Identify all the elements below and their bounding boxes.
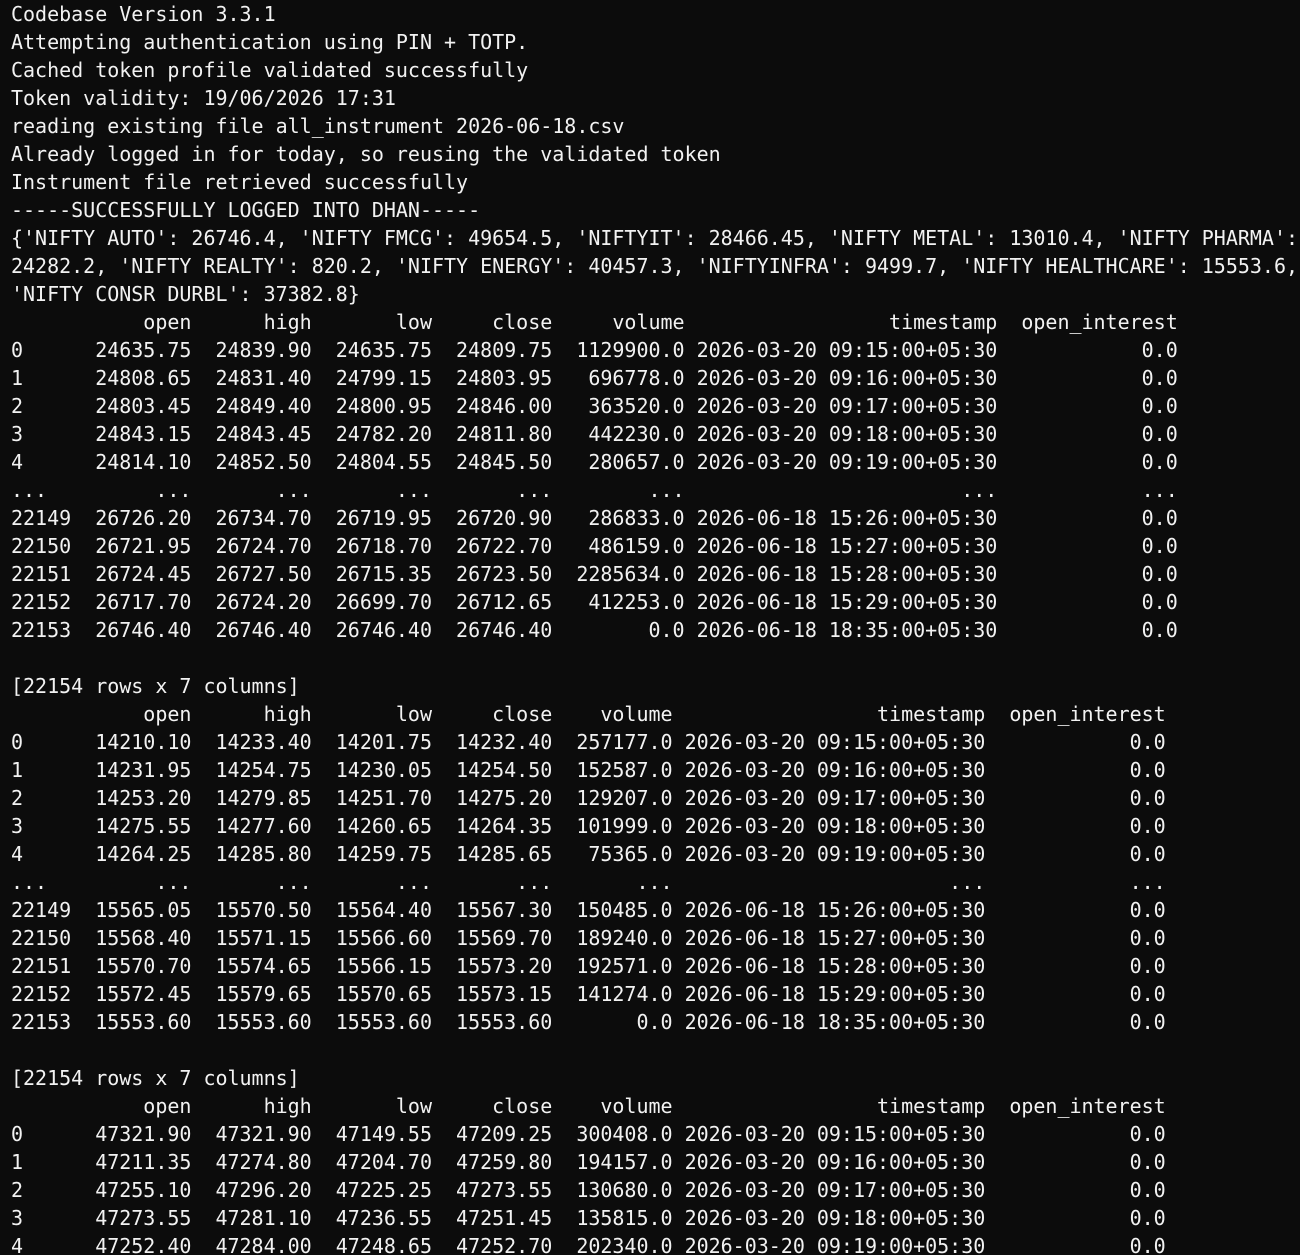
terminal-line: 22152 26717.70 26724.20 26699.70 26712.6… [11, 590, 1178, 614]
terminal-line: 4 24814.10 24852.50 24804.55 24845.50 28… [11, 450, 1178, 474]
terminal-line: 22151 15570.70 15574.65 15566.15 15573.2… [11, 954, 1166, 978]
terminal-line: Codebase Version 3.3.1 [11, 2, 276, 26]
terminal-line: 3 24843.15 24843.45 24782.20 24811.80 44… [11, 422, 1178, 446]
terminal-line: 3 14275.55 14277.60 14260.65 14264.35 10… [11, 814, 1166, 838]
terminal-line: Instrument file retrieved successfully [11, 170, 469, 194]
terminal-line: 22152 15572.45 15579.65 15570.65 15573.1… [11, 982, 1166, 1006]
terminal-line: 4 14264.25 14285.80 14259.75 14285.65 75… [11, 842, 1166, 866]
terminal-line: 1 24808.65 24831.40 24799.15 24803.95 69… [11, 366, 1178, 390]
terminal-line: 22150 15568.40 15571.15 15566.60 15569.7… [11, 926, 1166, 950]
terminal-line: 22153 15553.60 15553.60 15553.60 15553.6… [11, 1010, 1166, 1034]
terminal-line: 4 47252.40 47284.00 47248.65 47252.70 20… [11, 1234, 1166, 1255]
terminal-line: 22153 26746.40 26746.40 26746.40 26746.4… [11, 618, 1178, 642]
terminal-line: 2 24803.45 24849.40 24800.95 24846.00 36… [11, 394, 1178, 418]
terminal-line: open high low close volume timestamp ope… [11, 310, 1178, 334]
terminal-line: Already logged in for today, so reusing … [11, 142, 721, 166]
terminal-line: 22149 15565.05 15570.50 15564.40 15567.3… [11, 898, 1166, 922]
terminal-line: [22154 rows x 7 columns] [11, 1066, 300, 1090]
terminal-line: 'NIFTY CONSR DURBL': 37382.8} [11, 282, 360, 306]
terminal-line: 24282.2, 'NIFTY REALTY': 820.2, 'NIFTY E… [11, 254, 1298, 278]
terminal-line: 0 47321.90 47321.90 47149.55 47209.25 30… [11, 1122, 1166, 1146]
terminal-line: 2 47255.10 47296.20 47225.25 47273.55 13… [11, 1178, 1166, 1202]
terminal-line: 0 24635.75 24839.90 24635.75 24809.75 11… [11, 338, 1178, 362]
terminal-line: 22150 26721.95 26724.70 26718.70 26722.7… [11, 534, 1178, 558]
terminal-line: open high low close volume timestamp ope… [11, 702, 1166, 726]
terminal-line: -----SUCCESSFULLY LOGGED INTO DHAN----- [11, 198, 481, 222]
terminal-line: 3 47273.55 47281.10 47236.55 47251.45 13… [11, 1206, 1166, 1230]
terminal-line: 22151 26724.45 26727.50 26715.35 26723.5… [11, 562, 1178, 586]
terminal-line: Attempting authentication using PIN + TO… [11, 30, 529, 54]
terminal-line: 2 14253.20 14279.85 14251.70 14275.20 12… [11, 786, 1166, 810]
terminal-line: reading existing file all_instrument 202… [11, 114, 625, 138]
terminal-line: ... ... ... ... ... ... ... ... [11, 478, 1178, 502]
terminal-line: 22149 26726.20 26734.70 26719.95 26720.9… [11, 506, 1178, 530]
terminal-output[interactable]: Codebase Version 3.3.1 Attempting authent… [0, 0, 1300, 1255]
terminal-line: 0 14210.10 14233.40 14201.75 14232.40 25… [11, 730, 1166, 754]
terminal-line: Cached token profile validated successfu… [11, 58, 529, 82]
terminal-line: open high low close volume timestamp ope… [11, 1094, 1166, 1118]
terminal-line: ... ... ... ... ... ... ... ... [11, 870, 1166, 894]
terminal-line: 1 47211.35 47274.80 47204.70 47259.80 19… [11, 1150, 1166, 1174]
terminal-line: {'NIFTY AUTO': 26746.4, 'NIFTY FMCG': 49… [11, 226, 1298, 250]
terminal-line: [22154 rows x 7 columns] [11, 674, 300, 698]
terminal-line: 1 14231.95 14254.75 14230.05 14254.50 15… [11, 758, 1166, 782]
terminal-line: Token validity: 19/06/2026 17:31 [11, 86, 396, 110]
